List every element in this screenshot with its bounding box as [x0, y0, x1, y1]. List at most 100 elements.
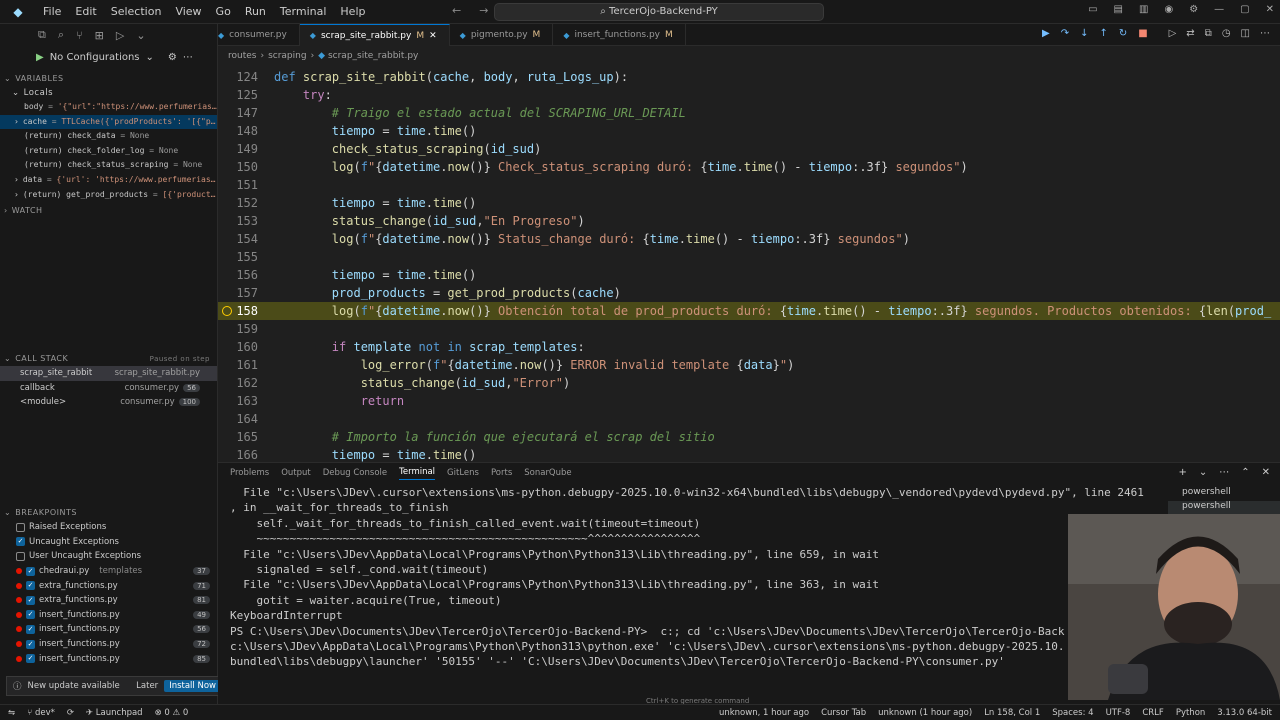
code-editor[interactable]: 124 def scrap_site_rabbit(cache, body, ru… — [218, 66, 1280, 462]
terminal-instance[interactable]: powershell — [1168, 501, 1280, 515]
extensions-icon[interactable]: ⊞ — [95, 29, 104, 42]
menu-selection[interactable]: Selection — [104, 0, 169, 24]
panel-tab-problems[interactable]: Problems — [230, 468, 269, 478]
expand-chevron-icon[interactable]: › — [14, 117, 19, 126]
code-line[interactable]: 149 check_status_scraping(id_sud) — [218, 140, 1280, 158]
breakpoint-checkbox[interactable]: ✓ — [26, 610, 35, 620]
tab-consumer[interactable]: ◆ consumer.py — [218, 24, 300, 46]
callstack-frame[interactable]: <module> consumer.py 100 — [0, 395, 217, 410]
source-control-icon[interactable]: ⑂ — [76, 29, 83, 42]
chevron-down-icon[interactable]: ⌄ — [146, 52, 154, 63]
code-line[interactable]: 160 if template not in scrap_templates: — [218, 338, 1280, 356]
compare-icon[interactable]: ⇄ — [1186, 28, 1194, 39]
search-icon[interactable]: ⌕ — [58, 28, 64, 42]
close-tab-icon[interactable]: ✕ — [429, 31, 437, 41]
breakpoint-row[interactable]: ✓ insert_functions.py 72 — [0, 637, 217, 652]
chevron-down-icon[interactable]: ⌄ — [136, 29, 145, 42]
timeline-icon[interactable]: ◷ — [1222, 28, 1231, 39]
run-configuration[interactable]: ▶ No Configurations ⌄ ⚙ ⋯ — [0, 46, 217, 68]
expand-chevron-icon[interactable]: › — [14, 190, 19, 199]
variable-row[interactable]: (return) check_folder_log = None — [0, 144, 217, 159]
start-debug-icon[interactable]: ▶ — [36, 52, 44, 63]
panel-tab-debug-console[interactable]: Debug Console — [323, 468, 387, 478]
continue-icon[interactable]: ▶ — [1042, 28, 1050, 39]
gear-icon[interactable]: ⚙ — [168, 52, 177, 63]
code-line[interactable]: 124 def scrap_site_rabbit(cache, body, ru… — [218, 68, 1280, 86]
step-out-icon[interactable]: ↑ — [1099, 28, 1107, 39]
run-debug-icon[interactable]: ▷ — [116, 29, 124, 42]
status-item[interactable]: Spaces: 4 — [1052, 708, 1093, 718]
more-icon[interactable]: ⋯ — [183, 52, 193, 63]
back-arrow-icon[interactable]: ← — [452, 4, 461, 17]
code-line[interactable]: 157 prod_products = get_prod_products(ca… — [218, 284, 1280, 302]
variables-header[interactable]: ⌄ VARIABLES — [0, 72, 217, 86]
sidebar-toggle-icon[interactable]: ▥ — [1139, 4, 1148, 15]
panel-tab-gitlens[interactable]: GitLens — [447, 468, 479, 478]
code-line[interactable]: 155 — [218, 248, 1280, 266]
sync-icon[interactable]: ⟳ — [67, 708, 74, 718]
menu-edit[interactable]: Edit — [68, 0, 103, 24]
breakpoints-header[interactable]: ⌄ BREAKPOINTS — [0, 506, 217, 520]
chevron-down-icon[interactable]: ⌄ — [1199, 467, 1207, 478]
breakpoint-row[interactable]: User Uncaught Exceptions — [0, 549, 217, 564]
install-now-button[interactable]: Install Now — [164, 680, 221, 692]
code-line[interactable]: 150 log(f"{datetime.now()} Check_status_… — [218, 158, 1280, 176]
callstack-frame[interactable]: scrap_site_rabbit scrap_site_rabbit.py — [0, 366, 217, 381]
breakpoint-row[interactable]: ✓ insert_functions.py 49 — [0, 608, 217, 623]
remote-icon[interactable]: ⇋ — [8, 708, 15, 718]
breadcrumb-item[interactable]: scrap_site_rabbit.py — [328, 51, 418, 61]
tab-scrap-site-rabbit[interactable]: ◆ scrap_site_rabbit.py M ✕ — [299, 24, 450, 46]
callstack-header[interactable]: ⌄ CALL STACK Paused on step — [0, 352, 217, 366]
tab-insert-functions[interactable]: ◆ insert_functions.py M — [553, 24, 686, 46]
account-icon[interactable]: ◉ — [1164, 4, 1173, 15]
panel-toggle-icon[interactable]: ▤ — [1114, 4, 1123, 15]
breakpoint-checkbox[interactable]: ✓ — [26, 581, 35, 591]
code-line[interactable]: 162 status_change(id_sud,"Error") — [218, 374, 1280, 392]
maximize-panel-icon[interactable]: ⌃ — [1241, 467, 1249, 478]
menu-help[interactable]: Help — [333, 0, 372, 24]
minimize-icon[interactable]: — — [1214, 4, 1224, 15]
code-line[interactable]: 165 # Importo la función que ejecutará e… — [218, 428, 1280, 446]
breakpoint-checkbox[interactable]: ✓ — [26, 639, 35, 649]
forward-arrow-icon[interactable]: → — [479, 4, 488, 17]
status-item[interactable]: unknown, 1 hour ago — [719, 708, 809, 718]
breadcrumb-item[interactable]: routes — [228, 51, 256, 61]
code-line[interactable]: 159 — [218, 320, 1280, 338]
code-line[interactable]: 151 — [218, 176, 1280, 194]
status-item[interactable]: UTF-8 — [1106, 708, 1131, 718]
watch-header[interactable]: › WATCH — [0, 204, 217, 218]
close-panel-icon[interactable]: ✕ — [1262, 467, 1270, 478]
breakpoint-row[interactable]: Raised Exceptions — [0, 520, 217, 535]
status-item[interactable]: Cursor Tab — [821, 708, 866, 718]
code-line[interactable]: 153 status_change(id_sud,"En Progreso") — [218, 212, 1280, 230]
open-changes-icon[interactable]: ⧉ — [1205, 28, 1212, 39]
code-line[interactable]: 166 tiempo = time.time() — [218, 446, 1280, 462]
status-item[interactable]: unknown (1 hour ago) — [878, 708, 972, 718]
code-line[interactable]: 125 try: — [218, 86, 1280, 104]
panel-tab-terminal[interactable]: Terminal — [399, 467, 436, 480]
breakpoint-checkbox[interactable]: ✓ — [26, 654, 35, 664]
split-editor-icon[interactable]: ◫ — [1241, 28, 1250, 39]
breakpoint-row[interactable]: ✓ extra_functions.py 81 — [0, 593, 217, 608]
close-window-icon[interactable]: ✕ — [1266, 4, 1274, 15]
maximize-icon[interactable]: ▢ — [1240, 4, 1249, 15]
menu-run[interactable]: Run — [238, 0, 273, 24]
code-line[interactable]: 148 tiempo = time.time() — [218, 122, 1280, 140]
breakpoint-row[interactable]: ✓ chedraui.py templates 37 — [0, 564, 217, 579]
panel-tab-sonarqube[interactable]: SonarQube — [524, 468, 571, 478]
code-line[interactable]: 163 return — [218, 392, 1280, 410]
breakpoint-row[interactable]: ✓ insert_functions.py 85 — [0, 651, 217, 666]
settings-gear-icon[interactable]: ⚙ — [1189, 4, 1198, 15]
variable-row[interactable]: › cache = TTLCache({'prodProducts': '[{"p… — [0, 114, 217, 130]
breakpoint-checkbox[interactable]: ✓ — [26, 624, 35, 634]
step-into-icon[interactable]: ↓ — [1080, 28, 1088, 39]
variable-row[interactable]: › (return) get_prod_products = [{'product… — [0, 188, 217, 203]
panel-tab-output[interactable]: Output — [281, 468, 311, 478]
problems-item[interactable]: ⊗ 0 ⚠ 0 — [155, 708, 189, 718]
code-line[interactable]: 152 tiempo = time.time() — [218, 194, 1280, 212]
breadcrumb-item[interactable]: scraping — [268, 51, 306, 61]
expand-chevron-icon[interactable]: › — [14, 175, 19, 184]
breakpoint-row[interactable]: ✓ insert_functions.py 56 — [0, 622, 217, 637]
breakpoint-checkbox[interactable] — [16, 551, 25, 561]
more-icon[interactable]: ⋯ — [1219, 467, 1229, 478]
